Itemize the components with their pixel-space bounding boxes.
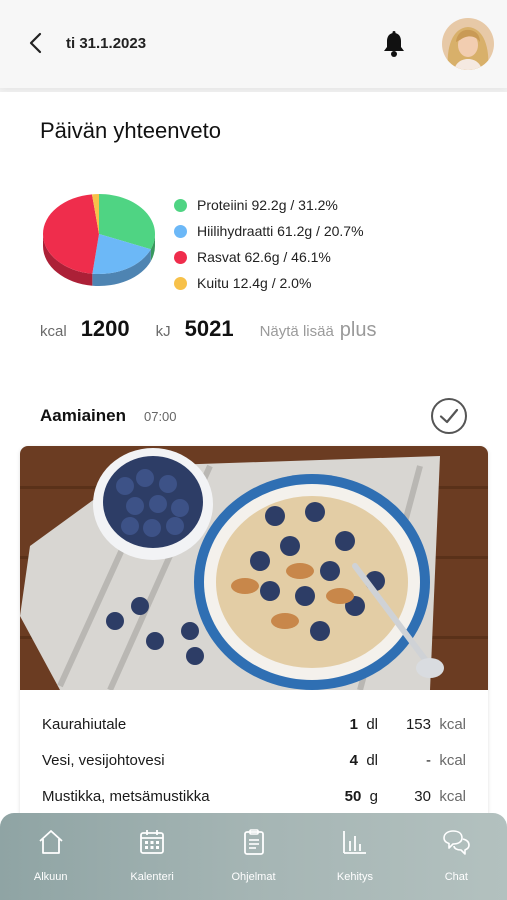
kcal-value: - <box>425 752 431 769</box>
kcal-unit: kcal <box>439 752 466 769</box>
avatar[interactable] <box>442 18 494 70</box>
bell-icon[interactable] <box>381 30 407 58</box>
nav-label: Chat <box>444 871 468 883</box>
quantity-unit: dl <box>366 752 378 769</box>
legend-dot <box>174 224 187 238</box>
kcal-unit: kcal <box>439 788 466 805</box>
nav-item-chat[interactable]: Chat <box>406 813 507 900</box>
food-list: Kaurahiutale 1 dl 153 kcal Vesi, vesijoh… <box>20 708 488 816</box>
bottom-nav: Alkuun Kalenteri Ohjelmat Kehitys Chat <box>0 813 507 900</box>
check-circle-icon[interactable] <box>430 397 468 435</box>
chat-bubbles-icon <box>443 830 471 855</box>
calendar-icon <box>140 830 165 854</box>
food-name: Kaurahiutale <box>42 716 127 733</box>
food-quantity: 1 dl <box>350 716 378 733</box>
kj-value: 5021 <box>184 316 234 341</box>
pie-legend: Proteiini 92.2g / 31.2% Hiilihydraatti 6… <box>174 192 364 296</box>
macro-pie-chart <box>43 194 155 286</box>
date-label: ti 31.1.2023 <box>66 35 147 52</box>
legend-item-fat: Rasvat 62.6g / 46.1% <box>174 244 364 270</box>
home-icon <box>39 830 63 854</box>
quantity-unit: g <box>369 788 378 805</box>
nav-item-home[interactable]: Alkuun <box>0 813 101 900</box>
show-more-link[interactable]: Näytä lisää <box>260 323 334 340</box>
summary-title: Päivän yhteenveto <box>40 118 222 143</box>
nav-label: Alkuun <box>33 871 68 883</box>
bar-chart-icon <box>343 831 366 854</box>
meal-name: Aamiainen <box>40 406 126 425</box>
legend-label: Rasvat 62.6g / 46.1% <box>197 249 331 265</box>
legend-label: Hiilihydraatti 61.2g / 20.7% <box>197 223 364 239</box>
food-name: Vesi, vesijohtovesi <box>42 752 165 769</box>
chevron-left-icon[interactable] <box>24 30 48 56</box>
food-row[interactable]: Mustikka, metsämustikka 50 g 30 kcal <box>20 780 488 816</box>
meal-header: Aamiainen 07:00 <box>40 406 177 426</box>
kcal-unit: kcal <box>439 716 466 733</box>
kcal-value: 153 <box>405 716 431 733</box>
quantity-value: 4 <box>349 752 358 769</box>
nav-item-calendar[interactable]: Kalenteri <box>101 813 202 900</box>
oatmeal-photo <box>20 446 488 690</box>
nav-label: Kehitys <box>336 871 373 883</box>
food-kcal: - kcal <box>426 752 466 769</box>
legend-item-fiber: Kuitu 12.4g / 2.0% <box>174 270 364 296</box>
clipboard-icon <box>243 829 264 855</box>
top-bar: ti 31.1.2023 <box>0 0 507 88</box>
quantity-unit: dl <box>366 716 378 733</box>
quantity-value: 1 <box>349 716 358 733</box>
kcal-value: 1200 <box>80 316 130 341</box>
food-name: Mustikka, metsämustikka <box>42 788 210 805</box>
legend-label: Kuitu 12.4g / 2.0% <box>197 275 312 291</box>
legend-dot <box>174 198 187 212</box>
plus-icon[interactable]: plus <box>340 319 377 342</box>
quantity-value: 50 <box>344 788 362 805</box>
legend-item-carbs: Hiilihydraatti 61.2g / 20.7% <box>174 218 364 244</box>
meal-time: 07:00 <box>143 409 177 424</box>
food-kcal: 30 kcal <box>414 788 466 805</box>
food-row[interactable]: Vesi, vesijohtovesi 4 dl - kcal <box>20 744 488 780</box>
food-quantity: 4 dl <box>350 752 378 769</box>
food-quantity: 50 g <box>345 788 378 805</box>
kcal-value: 30 <box>414 788 431 805</box>
food-kcal: 153 kcal <box>406 716 466 733</box>
kj-unit: kJ <box>155 323 171 340</box>
nav-item-programs[interactable]: Ohjelmat <box>203 813 304 900</box>
nav-label: Ohjelmat <box>231 871 276 883</box>
legend-label: Proteiini 92.2g / 31.2% <box>197 197 338 213</box>
legend-dot <box>174 250 187 264</box>
legend-item-protein: Proteiini 92.2g / 31.2% <box>174 192 364 218</box>
main-content: Päivän yhteenveto Proteiini 92.2g / 31.2… <box>0 92 507 900</box>
nav-item-progress[interactable]: Kehitys <box>304 813 405 900</box>
legend-dot <box>174 276 187 290</box>
energy-summary: kcal 1200 kJ 5021 Näytä lisää plus <box>40 316 377 342</box>
kcal-unit: kcal <box>40 323 67 340</box>
food-row[interactable]: Kaurahiutale 1 dl 153 kcal <box>20 708 488 744</box>
nav-label: Kalenteri <box>130 871 174 883</box>
